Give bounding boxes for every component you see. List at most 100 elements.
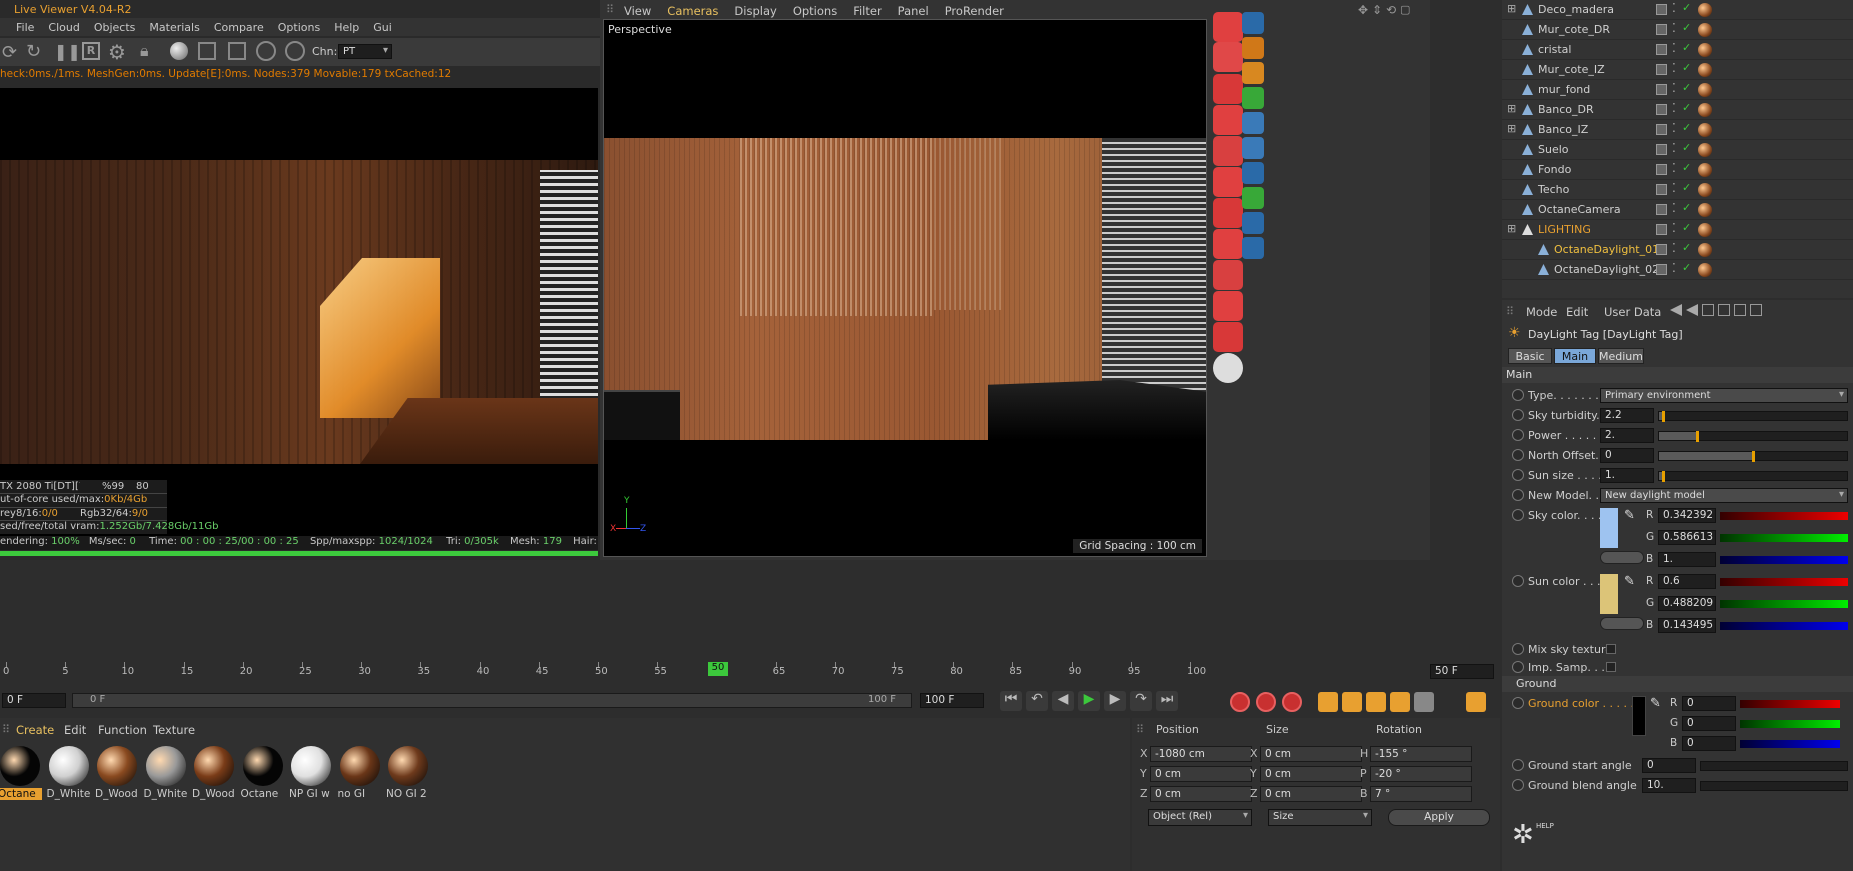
object-name[interactable]: Techo [1538,183,1569,196]
object-row[interactable]: ⊞ Banco_IZ ⁚ ✓ [1502,120,1853,140]
material-name[interactable]: Octane [241,788,285,800]
sun-color-b-gradient[interactable] [1720,622,1848,630]
octane-list-icon[interactable] [1213,260,1243,290]
next-frame-icon[interactable]: ▶ [1104,691,1126,711]
material-tag-icon[interactable] [1698,103,1712,117]
sun-color-b-field[interactable]: 0.143495 [1658,618,1716,633]
material-name[interactable]: no GI [338,788,382,800]
layer-toggle-icon[interactable] [1656,4,1667,15]
prev-key-icon[interactable]: ↶ [1026,691,1048,711]
tool-icon-5[interactable] [1242,112,1264,134]
material-swatch[interactable] [339,746,380,786]
vp-menu-options[interactable]: Options [793,4,837,18]
am-menu-user-data[interactable]: User Data [1604,305,1661,319]
animate-radio[interactable] [1512,449,1524,461]
sky-color-expand-button[interactable] [1600,551,1644,564]
material-swatch[interactable] [0,746,40,786]
mm-menu-function[interactable]: Function [98,723,147,737]
material-swatch[interactable] [97,746,137,786]
object-name[interactable]: OctaneDaylight_02 [1554,263,1659,276]
eyedropper-icon[interactable]: ✎ [1624,508,1635,523]
material-tag-icon[interactable] [1698,63,1712,77]
layer-toggle-icon[interactable] [1656,184,1667,195]
animate-radio[interactable] [1512,509,1524,521]
am-menu-edit[interactable]: Edit [1566,305,1588,319]
material-name[interactable]: Octane [0,788,42,800]
material-swatch[interactable] [388,746,428,786]
timeline-current-frame[interactable]: 50 [708,662,728,676]
object-row[interactable]: Mur_cote_IZ ⁚ ✓ [1502,60,1853,80]
enabled-check-icon[interactable]: ✓ [1682,41,1691,54]
tool-icon-10[interactable] [1242,237,1264,259]
sky-color-b-field[interactable]: 1. [1658,552,1716,567]
object-name[interactable]: Mur_cote_IZ [1538,63,1605,76]
visibility-dots-icon[interactable]: ⁚ [1672,141,1676,155]
layer-toggle-icon[interactable] [1656,64,1667,75]
region-render-icon[interactable]: R [82,42,100,60]
object-name[interactable]: LIGHTING [1538,223,1591,236]
vp-menu-panel[interactable]: Panel [898,4,929,18]
object-row[interactable]: Techo ⁚ ✓ [1502,180,1853,200]
animate-radio[interactable] [1512,661,1524,673]
power-slider[interactable] [1658,431,1848,442]
mm-menu-edit[interactable]: Edit [64,723,86,737]
octane-scatter-icon[interactable] [1213,291,1243,321]
expand-toggle-icon[interactable]: ⊞ [1507,222,1516,235]
vp-menu-cameras[interactable]: Cameras [667,4,718,18]
lv-menu-help[interactable]: Help [334,21,359,34]
enabled-check-icon[interactable]: ✓ [1682,1,1691,14]
layer-toggle-icon[interactable] [1656,24,1667,35]
object-row[interactable]: ⊞ Banco_DR ⁚ ✓ [1502,100,1853,120]
octane-gear-icon[interactable] [1213,353,1243,383]
ground-g-field[interactable]: 0 [1682,716,1736,731]
ground-blend-field[interactable]: 10. [1642,778,1696,793]
viewport-canvas[interactable]: Perspective Grid Spacing : 100 cm Y X Z [603,19,1207,557]
material-name[interactable]: NO GI 2 [386,788,430,800]
record-icon[interactable] [1230,692,1250,712]
coord-size-field[interactable]: 0 cm [1260,766,1362,782]
viewport-maximize-icon[interactable]: ▢ [1400,3,1410,16]
material-name[interactable]: NP GI w [289,788,333,800]
enabled-check-icon[interactable]: ✓ [1682,221,1691,234]
visibility-dots-icon[interactable]: ⁚ [1672,161,1676,175]
sun-size-slider[interactable] [1658,471,1848,482]
coord-size-field[interactable]: 0 cm [1260,786,1362,802]
material-name[interactable]: D_White [47,788,91,800]
layer-toggle-icon[interactable] [1656,204,1667,215]
lv-menu-file[interactable]: File [16,21,34,34]
octane-camera-icon[interactable] [1213,74,1243,104]
material-tag-icon[interactable] [1698,223,1712,237]
keyframe-help-icon[interactable] [1282,692,1302,712]
prev-frame-icon[interactable]: ◀ [1052,691,1074,711]
coord-rotation-field[interactable]: 7 ° [1370,786,1472,802]
object-row[interactable]: ⊞ Deco_madera ⁚ ✓ [1502,0,1853,20]
enabled-check-icon[interactable]: ✓ [1682,141,1691,154]
object-name[interactable]: Banco_IZ [1538,123,1588,136]
visibility-dots-icon[interactable]: ⁚ [1672,21,1676,35]
coord-size-select[interactable]: Size [1268,809,1372,826]
object-name[interactable]: Fondo [1538,163,1571,176]
object-name[interactable]: Deco_madera [1538,3,1614,16]
north-offset-slider[interactable] [1658,451,1848,462]
object-row[interactable]: Suelo ⁚ ✓ [1502,140,1853,160]
layer-toggle-icon[interactable] [1656,244,1667,255]
pla-key-icon[interactable] [1414,692,1434,712]
tool-icon-1[interactable] [1242,12,1264,34]
lv-menu-gui[interactable]: Gui [373,21,392,34]
sky-color-r-field[interactable]: 0.342392 [1658,508,1716,523]
object-row[interactable]: OctaneCamera ⁚ ✓ [1502,200,1853,220]
tool-icon-8[interactable] [1242,187,1264,209]
tool-icon-7[interactable] [1242,162,1264,184]
move-key-icon[interactable] [1318,692,1338,712]
goto-end-icon[interactable]: ⏭ [1156,691,1178,711]
octane-vdb-icon[interactable] [1213,229,1243,259]
animate-radio[interactable] [1512,469,1524,481]
new-model-select[interactable]: New daylight model [1600,488,1848,503]
enabled-check-icon[interactable]: ✓ [1682,161,1691,174]
lv-menu-compare[interactable]: Compare [214,21,264,34]
enabled-check-icon[interactable]: ✓ [1682,121,1691,134]
enabled-check-icon[interactable]: ✓ [1682,201,1691,214]
material-tag-icon[interactable] [1698,23,1712,37]
imp-samp-checkbox[interactable] [1606,662,1616,672]
coord-mode-select[interactable]: Object (Rel) [1148,809,1252,826]
